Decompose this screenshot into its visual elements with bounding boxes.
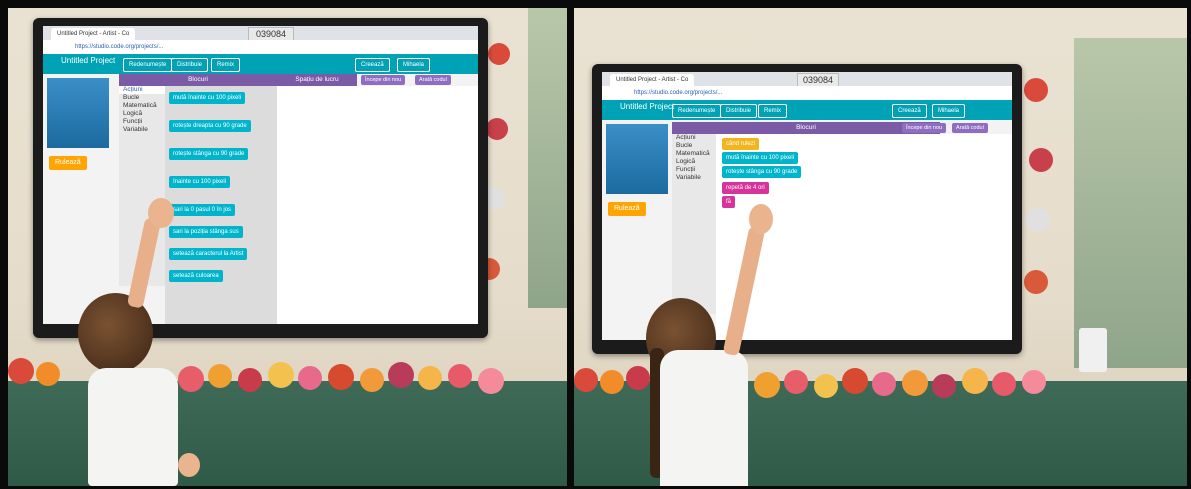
category-loops[interactable]: Bucle	[672, 142, 716, 150]
category-list: Acțiuni Bucle Matematică Logică Funcții …	[672, 134, 716, 314]
code-block[interactable]: mută înainte cu 100 pixeli	[169, 92, 246, 104]
workspace[interactable]	[277, 86, 478, 324]
show-code-button[interactable]: Arată codul	[415, 75, 451, 85]
code-block[interactable]: fă	[722, 196, 736, 208]
room-code: 039084	[797, 73, 839, 87]
codeorg-header: Untitled Project Redenumește Distribuie …	[602, 100, 1012, 120]
interactive-display: Untitled Project - Artist - Co 039084 ht…	[33, 18, 488, 338]
category-actions[interactable]: Acțiuni	[119, 86, 165, 94]
address-bar[interactable]: https://studio.code.org/projects/...	[602, 86, 1012, 101]
room-code: 039084	[248, 27, 294, 41]
display-screen: Untitled Project - Artist - Co 039084 ht…	[43, 26, 478, 324]
category-functions[interactable]: Funcții	[119, 118, 165, 126]
wall-flower	[1024, 78, 1048, 102]
category-math[interactable]: Matematică	[672, 150, 716, 158]
url-text: https://studio.code.org/projects/...	[75, 44, 164, 50]
create-dropdown[interactable]: Creează	[892, 104, 927, 118]
user-dropdown[interactable]: Mihaela	[397, 58, 431, 72]
rename-button[interactable]: Redenumește	[123, 58, 173, 72]
code-block[interactable]: rotește stânga cu 90 grade	[169, 148, 249, 160]
wall-flower	[1024, 270, 1048, 294]
code-block[interactable]: înainte cu 100 pixeli	[169, 176, 231, 188]
wall-flower	[1029, 148, 1053, 172]
rename-button[interactable]: Redenumește	[672, 104, 722, 118]
browser-tab[interactable]: Untitled Project - Artist - Co	[51, 28, 136, 40]
artist-canvas	[47, 78, 109, 148]
code-block[interactable]: când rulezi	[722, 138, 760, 150]
child-hand	[148, 198, 174, 228]
child-shirt	[660, 350, 748, 486]
code-block[interactable]: sari la 0 pasul 0 în jos	[169, 204, 236, 216]
right-photo: Untitled Project - Artist - Co 039084 ht…	[574, 8, 1187, 486]
project-title: Untitled Project	[61, 56, 116, 65]
display-screen: Untitled Project - Artist - Co 039084 ht…	[602, 72, 1012, 340]
category-variables[interactable]: Variabile	[119, 126, 165, 134]
code-block[interactable]: repetă de 4 ori	[722, 182, 769, 194]
category-actions[interactable]: Acțiuni	[672, 134, 716, 142]
category-functions[interactable]: Funcții	[672, 166, 716, 174]
wall-flower	[1026, 208, 1050, 232]
create-dropdown[interactable]: Creează	[355, 58, 390, 72]
project-title: Untitled Project	[620, 102, 675, 111]
code-block[interactable]: sari la poziția stânga sus	[169, 226, 243, 238]
share-button[interactable]: Distribuie	[720, 104, 758, 118]
category-logic[interactable]: Logică	[119, 110, 165, 118]
run-button[interactable]: Rulează	[608, 202, 646, 216]
share-button[interactable]: Distribuie	[171, 58, 209, 72]
green-window-panel	[1074, 38, 1187, 368]
code-block[interactable]: setează caracterul la Artist	[169, 248, 248, 260]
start-over-button[interactable]: Începe din nou	[361, 75, 406, 85]
start-over-button[interactable]: Începe din nou	[902, 123, 947, 133]
child-hand	[178, 453, 200, 477]
remix-button[interactable]: Remix	[758, 104, 788, 118]
category-variables[interactable]: Variabile	[672, 174, 716, 182]
code-block[interactable]: setează culoarea	[169, 270, 223, 282]
wall-flower	[486, 118, 508, 140]
blocks-panel-title: Blocuri	[672, 122, 940, 134]
left-photo: Untitled Project - Artist - Co 039084 ht…	[8, 8, 567, 486]
address-bar[interactable]: https://studio.code.org/projects/...	[43, 40, 478, 55]
browser-tab[interactable]: Untitled Project - Artist - Co	[610, 74, 695, 86]
user-dropdown[interactable]: Mihaela	[932, 104, 966, 118]
child-hand	[749, 204, 773, 234]
wall-cup	[1079, 328, 1107, 372]
category-logic[interactable]: Logică	[672, 158, 716, 166]
green-window-panel	[528, 8, 567, 308]
codeorg-header: Untitled Project Redenumește Distribuie …	[43, 54, 478, 74]
code-block[interactable]: rotește dreapta cu 90 grade	[169, 120, 251, 132]
url-text: https://studio.code.org/projects/...	[634, 90, 723, 96]
category-math[interactable]: Matematică	[119, 102, 165, 110]
run-button[interactable]: Rulează	[49, 156, 87, 170]
code-block[interactable]: mută înainte cu 100 pixeli	[722, 152, 799, 164]
category-loops[interactable]: Bucle	[119, 94, 165, 102]
show-code-button[interactable]: Arată codul	[952, 123, 988, 133]
wall-flower	[488, 43, 510, 65]
blocks-panel-title: Blocuri	[119, 74, 277, 86]
code-block[interactable]: rotește stânga cu 90 grade	[722, 166, 802, 178]
workspace-title: Spațiu de lucru	[277, 74, 357, 86]
child-shirt	[88, 368, 178, 486]
artist-canvas	[606, 124, 668, 194]
remix-button[interactable]: Remix	[211, 58, 241, 72]
